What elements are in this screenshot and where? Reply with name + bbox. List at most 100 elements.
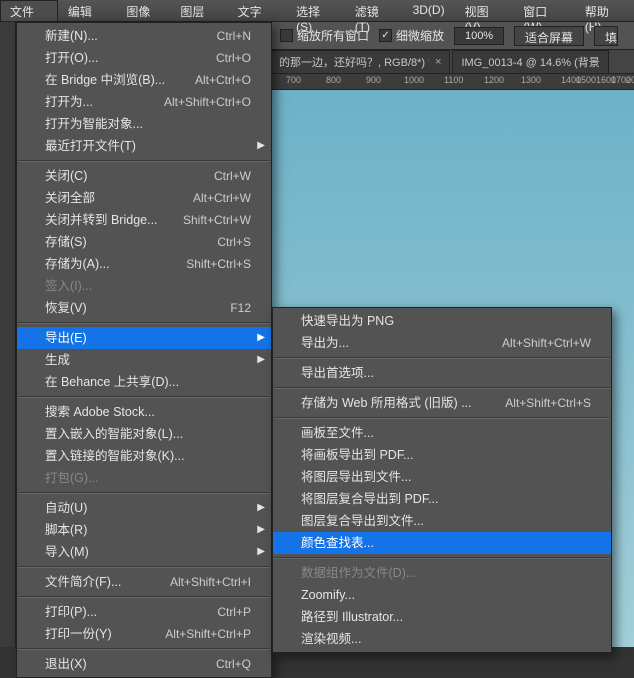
fit-screen-button[interactable]: 适合屏幕	[514, 26, 584, 46]
file-menu-item[interactable]: 存储为(A)...Shift+Ctrl+S	[17, 253, 271, 275]
scrubby-zoom-checkbox[interactable]: ✓ 细微缩放	[379, 27, 444, 44]
chevron-right-icon: ▶	[257, 522, 265, 538]
menu-3d[interactable]: 3D(D)	[403, 0, 455, 21]
export-menu-item[interactable]: 画板至文件...	[273, 422, 611, 444]
menu-item-shortcut: Alt+Shift+Ctrl+O	[164, 94, 251, 110]
chevron-right-icon: ▶	[257, 138, 265, 154]
menu-item-shortcut: Ctrl+Q	[216, 656, 251, 672]
menu-item-label: 关闭并转到 Bridge...	[45, 212, 158, 228]
menu-item-label: 存储为 Web 所用格式 (旧版) ...	[301, 395, 472, 411]
menu-window[interactable]: 窗口(W)	[513, 0, 575, 21]
file-menu-item[interactable]: 生成▶	[17, 349, 271, 371]
file-menu-item[interactable]: 文件简介(F)...Alt+Shift+Ctrl+I	[17, 571, 271, 593]
file-menu-item[interactable]: 自动(U) ▶	[17, 497, 271, 519]
menu-view[interactable]: 视图(V)	[455, 0, 514, 21]
file-menu-item[interactable]: 存储(S)Ctrl+S	[17, 231, 271, 253]
file-menu-item[interactable]: 置入嵌入的智能对象(L)...	[17, 423, 271, 445]
file-menu-item[interactable]: 打印一份(Y)Alt+Shift+Ctrl+P	[17, 623, 271, 645]
export-menu-item[interactable]: Zoomify...	[273, 584, 611, 606]
close-icon[interactable]: ×	[435, 56, 441, 68]
export-menu-item[interactable]: 路径到 Illustrator...	[273, 606, 611, 628]
export-submenu-dropdown: 快速导出为 PNG 导出为...Alt+Shift+Ctrl+W 导出首选项... 存…	[272, 307, 612, 653]
file-menu-item: 签入(I)...	[17, 275, 271, 297]
file-menu-dropdown: 新建(N)...Ctrl+N打开(O)...Ctrl+O在 Bridge 中浏览…	[16, 22, 272, 678]
menu-item-label: 在 Bridge 中浏览(B)...	[45, 72, 165, 88]
menu-help[interactable]: 帮助(H)	[575, 0, 634, 21]
menu-item-label: 生成	[45, 352, 70, 368]
menu-item-label: 导出为...	[301, 335, 349, 351]
export-menu-item[interactable]: 导出首选项...	[273, 362, 611, 384]
vertical-ruler[interactable]	[0, 22, 16, 647]
file-menu-item[interactable]: 恢复(V)F12	[17, 297, 271, 319]
tab-title: IMG_0013-4 @ 14.6% (背景	[461, 54, 599, 70]
ruler-tick: 800	[326, 75, 341, 85]
menu-item-shortcut: Alt+Shift+Ctrl+P	[165, 626, 251, 642]
ruler-tick: 700	[286, 75, 301, 85]
file-menu-item[interactable]: 搜索 Adobe Stock...	[17, 401, 271, 423]
menu-filter[interactable]: 滤镜(T)	[345, 0, 403, 21]
export-menu-item[interactable]: 颜色查找表...	[273, 532, 611, 554]
menu-item-label: 将画板导出到 PDF...	[301, 447, 414, 463]
menu-select[interactable]: 选择(S)	[286, 0, 345, 21]
export-menu-item[interactable]: 将图层复合导出到 PDF...	[273, 488, 611, 510]
file-menu-item[interactable]: 退出(X)Ctrl+Q	[17, 653, 271, 675]
menu-item-label: 图层复合导出到文件...	[301, 513, 424, 529]
file-menu-item[interactable]: 打印(P)...Ctrl+P	[17, 601, 271, 623]
document-tab[interactable]: IMG_0013-4 @ 14.6% (背景	[452, 50, 608, 74]
menu-item-label: 存储(S)	[45, 234, 87, 250]
file-menu-item[interactable]: 在 Behance 上共享(D)...	[17, 371, 271, 393]
menu-item-shortcut: Alt+Ctrl+O	[195, 72, 251, 88]
menu-edit[interactable]: 编辑(E)	[58, 0, 117, 21]
export-menu-item[interactable]: 快速导出为 PNG	[273, 310, 611, 332]
menu-item-shortcut: Alt+Shift+Ctrl+S	[505, 395, 591, 411]
file-menu-item[interactable]: 在 Bridge 中浏览(B)... Alt+Ctrl+O	[17, 69, 271, 91]
file-menu-item[interactable]: 关闭全部Alt+Ctrl+W	[17, 187, 271, 209]
export-menu-item[interactable]: 导出为...Alt+Shift+Ctrl+W	[273, 332, 611, 354]
ruler-tick: 1200	[484, 75, 504, 85]
menu-type[interactable]: 文字(Y)	[228, 0, 287, 21]
menu-item-label: 路径到 Illustrator...	[301, 609, 403, 625]
menu-item-label: 自动(U)	[45, 500, 87, 516]
menu-item-label: 签入(I)...	[45, 278, 92, 294]
file-menu-item[interactable]: 导出(E)▶	[17, 327, 271, 349]
ruler-tick: 1300	[521, 75, 541, 85]
menu-item-label: 关闭(C)	[45, 168, 87, 184]
file-menu-item[interactable]: 置入链接的智能对象(K)...	[17, 445, 271, 467]
file-menu-item[interactable]: 关闭并转到 Bridge... Shift+Ctrl+W	[17, 209, 271, 231]
zoom-all-windows-checkbox[interactable]: 缩放所有窗口	[280, 27, 369, 44]
export-menu-item[interactable]: 将画板导出到 PDF...	[273, 444, 611, 466]
menu-item-label: 脚本(R)	[45, 522, 87, 538]
file-menu-item[interactable]: 新建(N)...Ctrl+N	[17, 25, 271, 47]
menu-item-shortcut: Alt+Shift+Ctrl+I	[170, 574, 251, 590]
export-menu-item[interactable]: 将图层导出到文件...	[273, 466, 611, 488]
checkbox-label: 细微缩放	[396, 27, 444, 44]
chevron-right-icon: ▶	[257, 330, 265, 346]
menu-item-label: 导出首选项...	[301, 365, 374, 381]
menu-file[interactable]: 文件(F)	[0, 0, 58, 21]
fill-screen-button[interactable]: 填	[594, 26, 618, 46]
export-menu-item[interactable]: 图层复合导出到文件...	[273, 510, 611, 532]
ruler-tick: 2000	[626, 75, 634, 85]
menu-item-label: 快速导出为 PNG	[301, 313, 394, 329]
menu-layer[interactable]: 图层(L)	[170, 0, 227, 21]
chevron-right-icon: ▶	[257, 500, 265, 516]
zoom-input[interactable]: 100%	[454, 27, 504, 45]
file-menu-item[interactable]: 关闭(C)Ctrl+W	[17, 165, 271, 187]
file-menu-item[interactable]: 最近打开文件(T) ▶	[17, 135, 271, 157]
menu-item-shortcut: Shift+Ctrl+W	[183, 212, 251, 228]
ruler-tick: 1100	[444, 75, 463, 85]
menu-item-shortcut: Alt+Ctrl+W	[193, 190, 251, 206]
file-menu-item[interactable]: 打开为智能对象...	[17, 113, 271, 135]
checkbox-icon	[280, 29, 293, 42]
menu-separator	[18, 322, 270, 324]
export-menu-item[interactable]: 存储为 Web 所用格式 (旧版) ... Alt+Shift+Ctrl+S	[273, 392, 611, 414]
menu-bar: 文件(F) 编辑(E) 图像(I) 图层(L) 文字(Y) 选择(S) 滤镜(T…	[0, 0, 634, 22]
file-menu-item[interactable]: 打开为...Alt+Shift+Ctrl+O	[17, 91, 271, 113]
file-menu-item[interactable]: 脚本(R) ▶	[17, 519, 271, 541]
menu-item-label: 新建(N)...	[45, 28, 98, 44]
menu-image[interactable]: 图像(I)	[116, 0, 170, 21]
file-menu-item[interactable]: 打开(O)...Ctrl+O	[17, 47, 271, 69]
document-tab[interactable]: 的那一边，还好吗？, RGB/8*) * ×	[270, 50, 450, 74]
menu-item-label: 最近打开文件(T)	[45, 138, 136, 154]
file-menu-item[interactable]: 导入(M)▶	[17, 541, 271, 563]
